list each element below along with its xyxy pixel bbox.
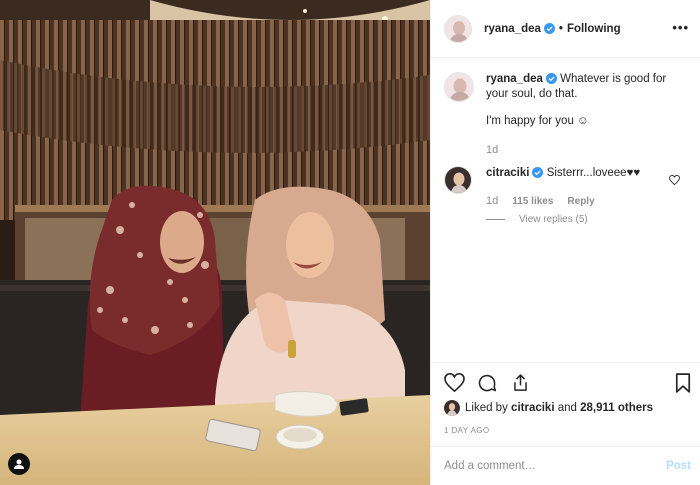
caption-time[interactable]: 1d: [486, 143, 691, 158]
instagram-post: ryana_dea • Following ••• ryana_dea Whatev…: [0, 0, 700, 485]
likes-conj: and: [557, 402, 577, 414]
view-replies-button[interactable]: View replies (5): [486, 214, 588, 225]
user-tag-button[interactable]: [8, 453, 30, 475]
comment-meta: 1d 115 likes Reply: [486, 194, 640, 209]
post-comment-button[interactable]: Post: [666, 460, 691, 472]
user-tag-icon: [14, 459, 24, 469]
caption-body: ryana_dea Whatever is good for your soul…: [486, 72, 691, 158]
photo-illustration: [0, 0, 430, 485]
comment-icon[interactable]: [477, 373, 497, 393]
bookmark-icon[interactable]: [675, 373, 691, 393]
likes-summary: Liked by citraciki and 28,911 others: [444, 400, 653, 416]
likes-prefix: Liked by: [465, 402, 508, 414]
comment-reply-button[interactable]: Reply: [567, 194, 594, 209]
caption-text-2: I'm happy for you ☺: [486, 115, 589, 127]
liker-avatar[interactable]: [444, 400, 460, 416]
post-sidebar: ryana_dea • Following ••• ryana_dea Whatev…: [430, 0, 700, 485]
comment-body: citraciki Sisterrr...loveee♥♥ 1d 115 lik…: [486, 166, 640, 209]
likes-others[interactable]: 28,911 others: [580, 402, 653, 414]
view-replies-text[interactable]: View replies (5): [519, 214, 588, 225]
author-avatar[interactable]: [444, 14, 472, 43]
heart-icon[interactable]: [444, 373, 465, 392]
commenter-username[interactable]: citraciki: [486, 167, 529, 179]
author-username[interactable]: ryana_dea • Following: [484, 22, 621, 35]
share-icon[interactable]: [511, 373, 530, 393]
comment-text: Sisterrr...loveee♥♥: [546, 167, 641, 179]
likes-user[interactable]: citraciki: [511, 402, 554, 414]
caption-username[interactable]: ryana_dea: [486, 73, 543, 85]
caption-avatar[interactable]: [444, 72, 474, 102]
comment-likes[interactable]: 115 likes: [512, 194, 553, 209]
post-date[interactable]: 1 DAY AGO: [444, 426, 490, 435]
more-options-button[interactable]: •••: [672, 20, 689, 35]
comment-input[interactable]: [444, 460, 654, 472]
caption-avatar-image: [445, 73, 473, 101]
author-avatar-image: [445, 15, 471, 42]
author-username-text[interactable]: ryana_dea: [484, 23, 541, 35]
commenter-avatar-image: [445, 167, 471, 193]
post-header: ryana_dea • Following •••: [431, 0, 700, 58]
comment-like-heart-icon[interactable]: [669, 175, 680, 185]
liker-avatar-image: [444, 400, 460, 416]
view-replies-line: [486, 219, 505, 220]
verified-badge-icon: [543, 22, 555, 34]
verified-badge-icon: [532, 167, 544, 178]
separator-dot: •: [558, 22, 563, 35]
follow-status-button[interactable]: Following: [567, 23, 621, 35]
verified-badge-icon: [545, 73, 557, 84]
comment-item: citraciki Sisterrr...loveee♥♥ 1d 115 lik…: [444, 166, 694, 209]
caption: ryana_dea Whatever is good for your soul…: [444, 72, 694, 158]
post-photo[interactable]: [0, 0, 430, 485]
comment-time[interactable]: 1d: [486, 194, 498, 209]
commenter-avatar[interactable]: [444, 166, 472, 194]
add-comment-bar: Post: [431, 446, 700, 485]
